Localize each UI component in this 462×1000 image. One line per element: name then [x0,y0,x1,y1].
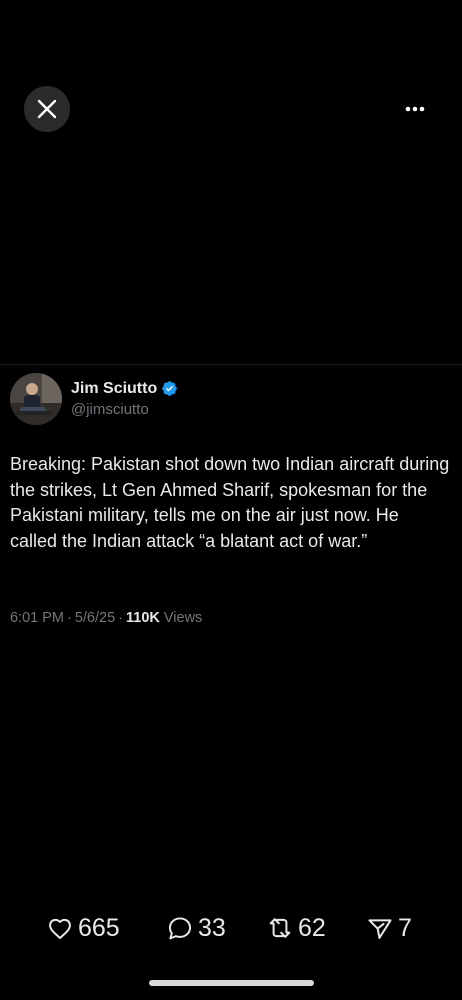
close-button[interactable] [24,86,70,132]
repost-count: 62 [298,913,326,942]
display-name[interactable]: Jim Sciutto [71,380,157,398]
tweet-author: Jim Sciutto @jimsciutto [10,373,178,425]
user-handle[interactable]: @jimsciutto [71,401,178,418]
reply-button[interactable]: 33 [166,908,226,948]
more-options-button[interactable] [402,96,428,122]
tweet-time: 6:01 PM [10,610,64,626]
home-indicator[interactable] [149,980,314,986]
meta-separator: · [67,610,72,626]
share-icon [368,919,392,939]
tweet-detail-view: Jim Sciutto @jimsciutto Breaking: Pakist… [0,0,462,1000]
like-button[interactable]: 665 [46,908,120,948]
more-horizontal-icon [405,106,425,112]
share-count: 7 [398,913,412,942]
close-icon [37,99,57,119]
views-label: Views [163,610,203,626]
tweet-meta: 6:01 PM · 5/6/25 · 110K Views [10,610,202,626]
heart-icon [49,918,71,940]
like-count: 665 [78,913,120,942]
meta-separator: · [118,610,124,626]
avatar[interactable] [10,373,62,425]
verified-badge-icon [162,381,177,396]
reply-count: 33 [198,913,226,942]
share-button[interactable]: 7 [366,908,412,948]
repost-button[interactable]: 62 [266,908,326,948]
tweet-actions-bar: 665 33 62 7 [0,908,462,948]
divider [0,364,462,365]
tweet-date: 5/6/25 [74,610,116,626]
tweet-text: Breaking: Pakistan shot down two Indian … [10,454,455,551]
reply-icon [168,917,192,940]
repost-icon [269,918,291,938]
views-count[interactable]: 110K [126,610,160,626]
